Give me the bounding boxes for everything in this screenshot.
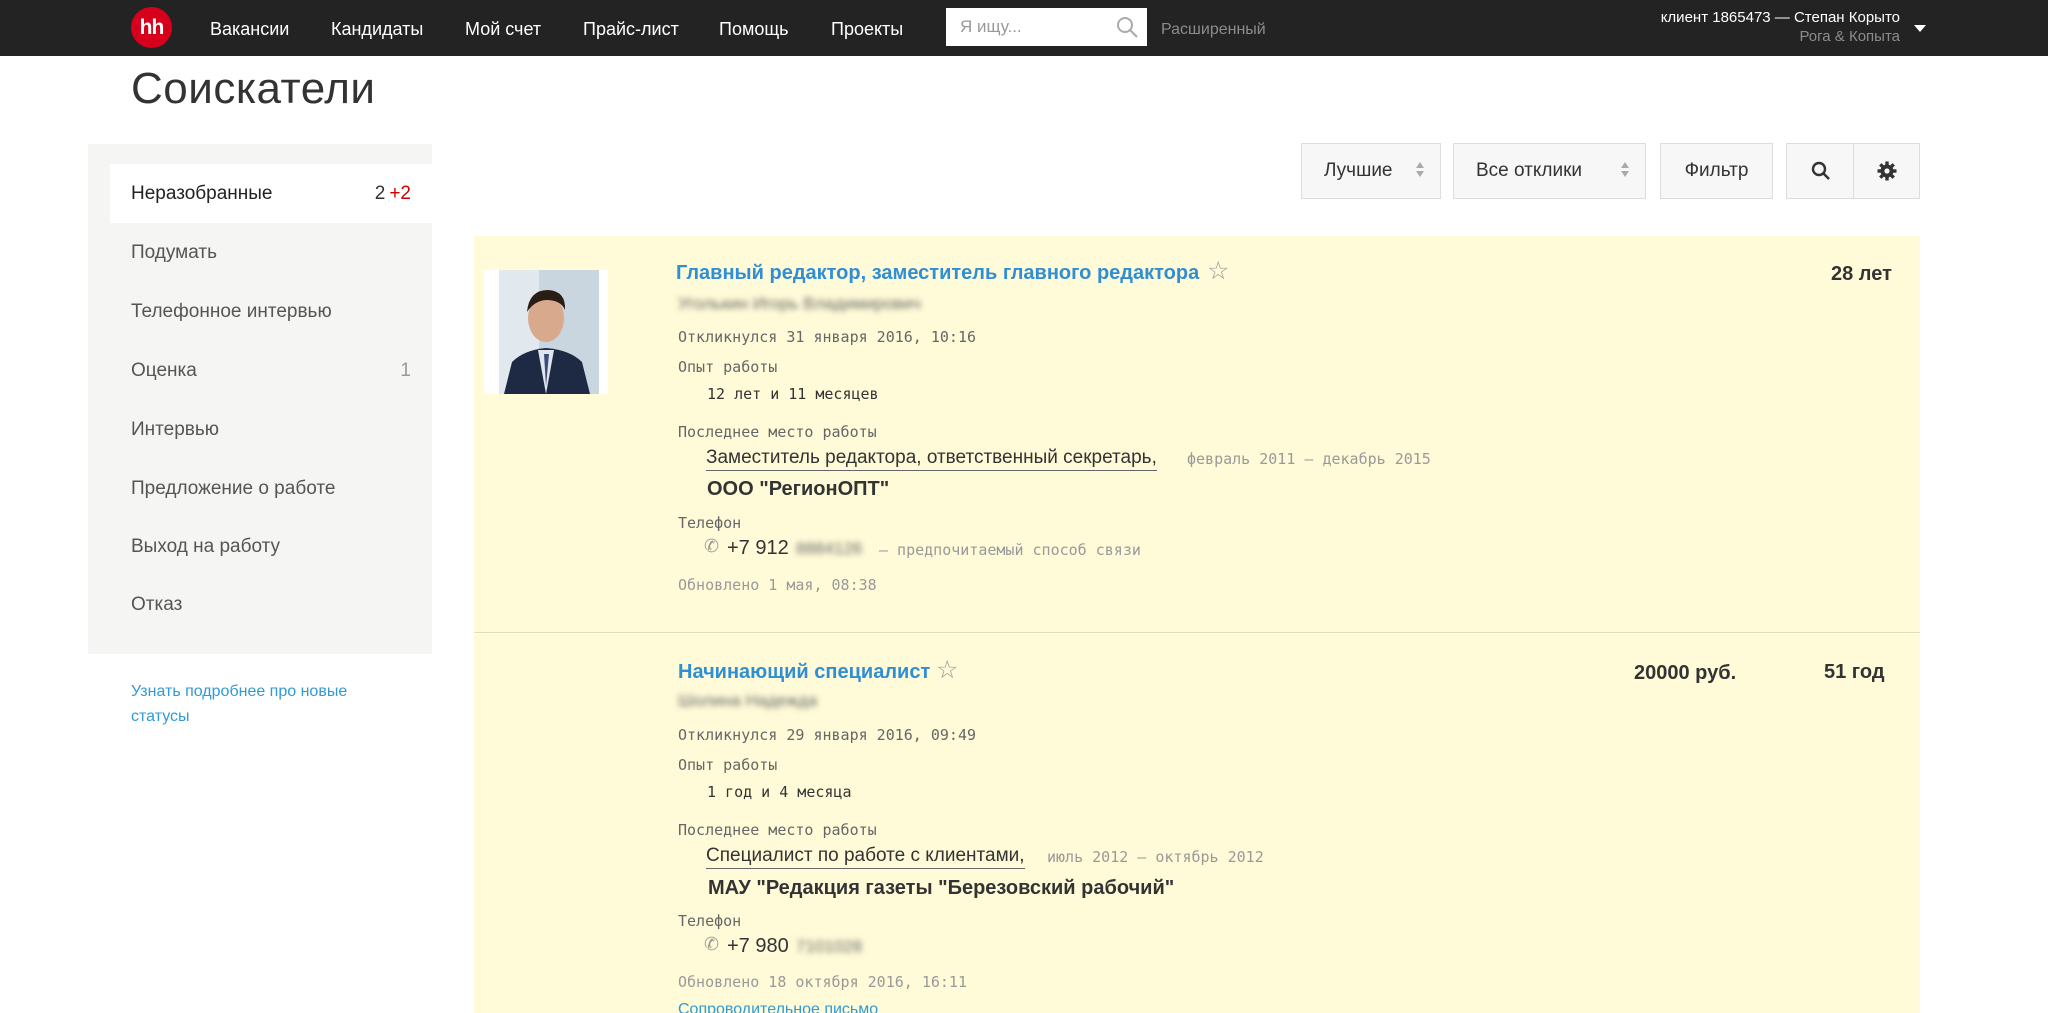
phone-label: Телефон [678, 912, 741, 930]
phone-icon: ✆ [704, 536, 719, 557]
phone-icon: ✆ [704, 934, 719, 955]
nav-candidates[interactable]: Кандидаты [331, 0, 423, 56]
phone-label: Телефон [678, 514, 741, 532]
sidebar-item-interview[interactable]: Интервью [110, 400, 432, 459]
sort-select[interactable]: Лучшие [1301, 143, 1441, 199]
response-date: Откликнулся 29 января 2016, 09:49 [678, 726, 976, 744]
response-date: Откликнулся 31 января 2016, 10:16 [678, 328, 976, 346]
candidate-card: Главный редактор, заместитель главного р… [474, 236, 1920, 633]
settings-button[interactable] [1853, 143, 1920, 199]
sidebar-item-job-offer[interactable]: Предложение о работе [110, 459, 432, 518]
star-icon[interactable]: ☆ [936, 655, 958, 685]
page-title: Соискатели [131, 64, 375, 114]
updated-date: Обновлено 18 октября 2016, 16:11 [678, 973, 967, 991]
last-job-title[interactable]: Специалист по работе с клиентами, [706, 844, 1025, 869]
last-job-period: июль 2012 — октябрь 2012 [1047, 848, 1264, 866]
candidate-age: 28 лет [1831, 263, 1892, 286]
sidebar-item-phone-interview[interactable]: Телефонное интервью [110, 282, 432, 341]
search-icon [1811, 161, 1831, 181]
sidebar-item-label: Предложение о работе [131, 478, 335, 499]
sidebar-item-label: Телефонное интервью [131, 301, 332, 322]
star-icon[interactable]: ☆ [1207, 256, 1229, 286]
experience-value: 12 лет и 11 месяцев [707, 385, 879, 403]
last-job-title[interactable]: Заместитель редактора, ответственный сек… [706, 446, 1157, 471]
search-icon[interactable] [1115, 15, 1139, 39]
new-count-badge: +2 [389, 183, 411, 204]
last-job-company: МАУ "Редакция газеты "Березовский рабочи… [708, 877, 1174, 900]
sidebar-item-label: Подумать [131, 242, 217, 263]
chevron-down-icon[interactable] [1914, 25, 1926, 32]
candidate-photo[interactable] [484, 270, 608, 394]
phone-number-hidden[interactable]: 8884126 [796, 539, 862, 559]
candidate-age: 51 год [1824, 661, 1885, 684]
nav-price-list[interactable]: Прайс-лист [583, 0, 679, 56]
experience-label: Опыт работы [678, 358, 777, 376]
top-navigation-bar: hh Вакансии Кандидаты Мой счет Прайс-лис… [0, 0, 2048, 56]
phone-prefix: +7 912 [727, 537, 789, 560]
last-job-label: Последнее место работы [678, 423, 877, 441]
sidebar-item-rejection[interactable]: Отказ [110, 575, 432, 634]
sidebar-item-label: Выход на работу [131, 536, 280, 557]
last-job-period: февраль 2011 — декабрь 2015 [1187, 450, 1431, 468]
experience-value: 1 год и 4 месяца [707, 783, 852, 801]
experience-label: Опыт работы [678, 756, 777, 774]
phone-number-hidden[interactable]: 7101028 [796, 937, 862, 957]
cover-letter-link[interactable]: Сопроводительное письмо [678, 1001, 878, 1013]
sidebar-item-unsorted[interactable]: Неразобранные 2+2 [110, 164, 432, 223]
new-statuses-info-link[interactable]: Узнать подробнее про новые статусы [131, 679, 391, 729]
avatar [484, 270, 608, 394]
account-name: клиент 1865473 — Степан Корыто [1661, 8, 1900, 28]
sort-select-value: Лучшие [1324, 160, 1393, 181]
sidebar-item-assessment[interactable]: Оценка 1 [110, 341, 432, 400]
updated-date: Обновлено 1 мая, 08:38 [678, 576, 877, 594]
nav-vacancies[interactable]: Вакансии [210, 0, 289, 56]
account-company: Рога & Копыта [1661, 28, 1900, 46]
responses-select-value: Все отклики [1476, 160, 1582, 181]
search-button[interactable] [1786, 143, 1854, 199]
candidate-position-link[interactable]: Главный редактор, заместитель главного р… [676, 262, 1199, 285]
search-input[interactable] [946, 8, 1106, 46]
advanced-search-link[interactable]: Расширенный [1161, 0, 1266, 56]
sidebar-item-label: Оценка [131, 360, 197, 381]
phone-prefix: +7 980 [727, 935, 789, 958]
sidebar-item-think[interactable]: Подумать [110, 223, 432, 282]
candidate-salary: 20000 руб. [1634, 662, 1736, 685]
candidate-card: Начинающий специалист ☆ 20000 руб. 51 го… [474, 634, 1920, 1013]
sidebar-item-label: Интервью [131, 419, 219, 440]
account-menu[interactable]: клиент 1865473 — Степан Корыто Рога & Ко… [1661, 8, 1900, 46]
sidebar-item-start-work[interactable]: Выход на работу [110, 517, 432, 576]
sidebar-item-label: Неразобранные [131, 183, 273, 204]
hh-logo[interactable]: hh [131, 7, 172, 48]
last-job-company: ООО "РегионОПТ" [707, 478, 889, 501]
select-arrows-icon [1416, 162, 1424, 177]
candidate-position-link[interactable]: Начинающий специалист [678, 661, 930, 684]
candidate-name-blurred[interactable]: Уголькин Игорь Владимирович [678, 294, 921, 314]
nav-help[interactable]: Помощь [719, 0, 789, 56]
gear-icon [1877, 161, 1897, 181]
phone-preferred-note: — предпочитаемый способ связи [879, 541, 1141, 559]
search-box [946, 8, 1147, 46]
nav-projects[interactable]: Проекты [831, 0, 903, 56]
select-arrows-icon [1621, 162, 1629, 177]
sidebar-item-label: Отказ [131, 594, 182, 615]
responses-select[interactable]: Все отклики [1453, 143, 1646, 199]
candidate-name-blurred[interactable]: Шолина Надежда [678, 691, 817, 711]
nav-my-account[interactable]: Мой счет [465, 0, 541, 56]
filter-button[interactable]: Фильтр [1660, 143, 1773, 199]
sidebar-item-count: 2+2 [375, 164, 411, 223]
last-job-label: Последнее место работы [678, 821, 877, 839]
sidebar-item-count: 1 [400, 341, 411, 400]
